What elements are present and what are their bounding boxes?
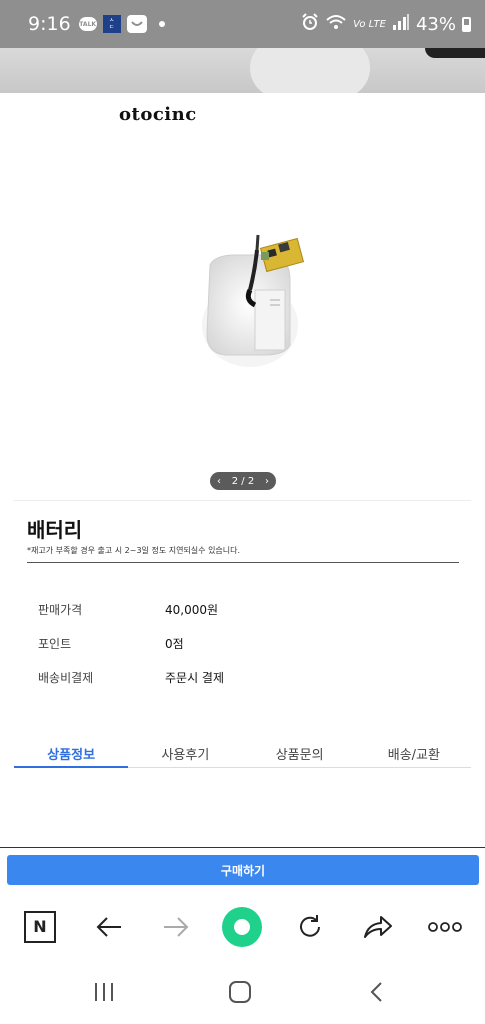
info-row-points: 포인트 0점 xyxy=(38,626,224,660)
battery-icon xyxy=(462,16,471,32)
talk-icon: TALK xyxy=(78,17,97,31)
info-label: 판매가격 xyxy=(38,602,83,617)
previous-image-strip xyxy=(0,48,485,93)
status-bar: 9:16 TALK ㅅㄷ Vo LTE 43% xyxy=(0,0,485,48)
tab-inquiries[interactable]: 상품문의 xyxy=(243,742,357,767)
info-value: 40,000원 xyxy=(165,602,219,617)
pager-next-icon[interactable]: › xyxy=(265,476,269,487)
status-time: 9:16 xyxy=(28,13,71,35)
title-divider xyxy=(27,562,459,563)
news-icon: ㅅㄷ xyxy=(102,15,121,33)
share-icon[interactable] xyxy=(361,893,395,960)
system-nav-bar xyxy=(0,960,485,1024)
more-notifications-icon xyxy=(158,21,165,27)
info-row-price: 판매가격 40,000원 xyxy=(38,592,224,626)
browser-toolbar: N xyxy=(0,893,485,960)
back-arrow-icon[interactable] xyxy=(93,893,125,960)
home-icon[interactable] xyxy=(227,978,253,1006)
refresh-icon[interactable] xyxy=(294,893,326,960)
info-label: 배송비결제 xyxy=(38,670,94,685)
more-icon[interactable] xyxy=(427,893,463,960)
brand-logo: otocinc xyxy=(119,104,197,125)
recent-apps-icon[interactable] xyxy=(92,978,116,1006)
forward-arrow-icon[interactable] xyxy=(160,893,192,960)
info-value: 0점 xyxy=(165,636,184,651)
product-info: 판매가격 40,000원 포인트 0점 배송비결제 주문시 결제 xyxy=(38,592,224,694)
pager-count: 2 / 2 xyxy=(231,475,255,487)
buy-button[interactable]: 구매하기 xyxy=(7,855,479,885)
lte-icon: Vo LTE xyxy=(353,18,386,30)
battery-percent: 43% xyxy=(415,13,456,35)
info-value: 주문시 결제 xyxy=(165,670,225,685)
shopping-icon xyxy=(126,15,147,33)
wifi-icon xyxy=(325,14,347,34)
detail-tabs: 상품정보 사용후기 상품문의 배송/교환 xyxy=(14,742,471,768)
image-pager: ‹ 2 / 2 › xyxy=(210,472,276,490)
tab-reviews[interactable]: 사용후기 xyxy=(128,742,242,767)
back-icon[interactable] xyxy=(365,978,387,1006)
product-title: 배터리 xyxy=(27,518,83,542)
info-row-shipping: 배송비결제 주문시 결제 xyxy=(38,660,224,694)
buy-divider xyxy=(0,847,485,848)
stock-notice: *재고가 부족할 경우 출고 시 2~3일 정도 지연되실수 있습니다. xyxy=(27,546,241,555)
signal-icon xyxy=(392,14,410,34)
tab-product-info[interactable]: 상품정보 xyxy=(14,742,129,768)
alarm-icon xyxy=(301,13,319,35)
divider xyxy=(14,500,471,501)
product-image xyxy=(195,140,305,374)
info-label: 포인트 xyxy=(38,636,72,651)
naver-n-icon[interactable]: N xyxy=(24,893,56,960)
tab-shipping-exchange[interactable]: 배송/교환 xyxy=(357,742,471,767)
green-home-icon[interactable] xyxy=(222,893,262,960)
pager-prev-icon[interactable]: ‹ xyxy=(217,476,221,487)
